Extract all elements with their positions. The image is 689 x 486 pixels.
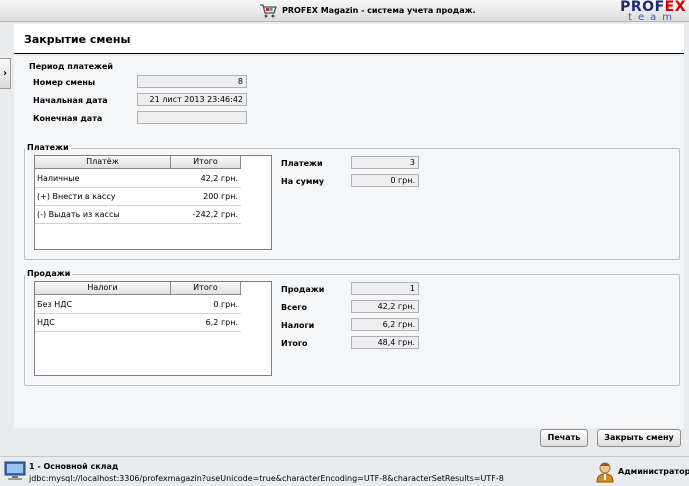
connection-string: jdbc:mysql://localhost:3306/profexmagazi…	[29, 474, 504, 483]
status-bar: 1 - Основной склад jdbc:mysql://localhos…	[0, 456, 689, 486]
sidebar-toggle[interactable]: ›	[0, 58, 11, 89]
sales-count-label: Продажи	[281, 285, 325, 294]
shift-number-field: 8	[137, 75, 247, 88]
main-content: Период платежей Номер смены 8 Начальная …	[14, 56, 684, 447]
sales-tax-label: Налоги	[281, 321, 315, 330]
payment-total: -242,2 грн.	[192, 210, 238, 219]
start-date-label: Начальная дата	[33, 96, 108, 105]
end-date-field	[137, 111, 247, 124]
warehouse-name: 1 - Основной склад	[29, 462, 119, 471]
payment-name: (-) Выдать из кассы	[37, 210, 120, 219]
start-date-field: 21 лист 2013 23:46:42	[137, 93, 247, 106]
payments-table[interactable]: Платёж Итого Наличные 42,2 грн. (+) Внес…	[34, 155, 272, 250]
page-title: Закрытие смены	[24, 33, 131, 46]
tax-name: Без НДС	[37, 300, 73, 309]
sales-total-field: 48,4 грн.	[351, 336, 419, 349]
taxes-header-total[interactable]: Итого	[171, 282, 241, 295]
tax-name: НДС	[37, 318, 55, 327]
payments-header-name[interactable]: Платёж	[35, 156, 171, 169]
title-bar: PROFEX Magazin - система учета продаж. P…	[0, 0, 689, 23]
user-name[interactable]: Администратор1	[618, 467, 689, 476]
table-row[interactable]: Без НДС 0 грн.	[35, 296, 241, 314]
period-group: Период платежей Номер смены 8 Начальная …	[24, 62, 674, 139]
payments-group: Платежи Платёж Итого Наличные 42,2 грн. …	[24, 143, 680, 260]
payment-total: 42,2 грн.	[200, 174, 238, 183]
payments-sum-label: На сумму	[281, 177, 325, 186]
close-shift-button[interactable]: Закрыть смену	[597, 429, 681, 447]
payment-name: Наличные	[37, 174, 80, 183]
sales-tax-field: 6,2 грн.	[351, 318, 419, 331]
table-row[interactable]: НДС 6,2 грн.	[35, 314, 241, 332]
sales-group: Продажи Налоги Итого Без НДС 0 грн. НДС …	[24, 269, 680, 386]
brand-logo: PROFEX team	[620, 0, 686, 23]
sales-total-label: Итого	[281, 339, 308, 348]
payments-count-field: 3	[351, 156, 419, 169]
computer-icon	[4, 461, 26, 480]
tax-total: 0 грн.	[213, 300, 238, 309]
payments-count-label: Платежи	[281, 159, 323, 168]
table-row[interactable]: (-) Выдать из кассы -242,2 грн.	[35, 206, 241, 224]
payments-sum-field: 0 грн.	[351, 174, 419, 187]
payments-legend: Платежи	[25, 143, 71, 152]
table-row[interactable]: (+) Внести в кассу 200 грн.	[35, 188, 241, 206]
page-header: Закрытие смены	[14, 24, 684, 54]
tax-total: 6,2 грн.	[205, 318, 238, 327]
shift-number-label: Номер смены	[33, 78, 96, 87]
payment-name: (+) Внести в кассу	[37, 192, 116, 201]
payments-header-total[interactable]: Итого	[171, 156, 241, 169]
chevron-right-icon: ›	[2, 68, 8, 79]
taxes-table[interactable]: Налоги Итого Без НДС 0 грн. НДС 6,2 грн.	[34, 281, 272, 376]
window-title: PROFEX Magazin - система учета продаж.	[282, 6, 476, 15]
print-button[interactable]: Печать	[540, 429, 588, 447]
sales-all-label: Всего	[281, 303, 307, 312]
shopping-cart-icon	[260, 4, 277, 18]
sales-legend: Продажи	[25, 269, 73, 278]
payment-total: 200 грн.	[203, 192, 238, 201]
user-icon	[596, 462, 614, 483]
taxes-header-name[interactable]: Налоги	[35, 282, 171, 295]
period-legend: Период платежей	[27, 62, 116, 71]
end-date-label: Конечная дата	[33, 114, 103, 123]
sales-all-field: 42,2 грн.	[351, 300, 419, 313]
table-row[interactable]: Наличные 42,2 грн.	[35, 170, 241, 188]
sales-count-field: 1	[351, 282, 419, 295]
